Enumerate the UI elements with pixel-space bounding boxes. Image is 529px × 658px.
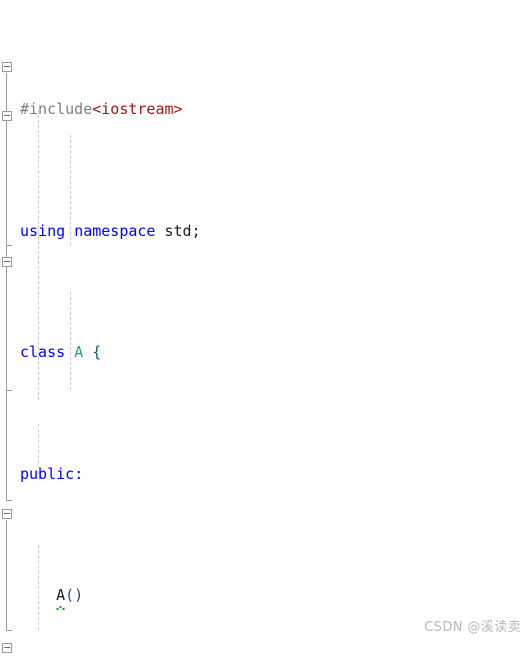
code-line-ctor-signature[interactable]: A() [18, 583, 529, 611]
fold-line-print [6, 268, 7, 390]
code-line-include[interactable]: #include<iostream> [18, 97, 529, 121]
code-line-class-a[interactable]: class A { [18, 340, 529, 364]
fold-marker-print[interactable] [2, 257, 12, 267]
code-line-public[interactable]: public: [18, 462, 529, 486]
fold-marker-main[interactable] [2, 509, 12, 519]
fold-end-class-a [6, 500, 12, 501]
token-kw-namespace: namespace [74, 221, 156, 240]
token-ctor-name-a: A [56, 583, 66, 611]
token-semicolon-using: ; [191, 221, 201, 240]
code-content[interactable]: #include<iostream> using namespace std; … [18, 0, 529, 658]
token-ctor-parens: () [65, 586, 84, 605]
fold-end-constructor-a [6, 245, 12, 246]
token-type-a: A [74, 343, 84, 362]
fold-end-main [6, 630, 12, 631]
csdn-watermark: CSDN @溪读卖 [424, 619, 521, 635]
fold-marker-trailing-comment[interactable] [2, 643, 12, 653]
code-line-using-namespace[interactable]: using namespace std; [18, 219, 529, 243]
fold-end-print [6, 390, 12, 391]
token-include-header: <iostream> [92, 100, 183, 119]
token-brace-open-class: { [92, 343, 102, 362]
token-colon-public: : [74, 464, 84, 483]
token-id-std: std [164, 221, 192, 240]
fold-marker-class-a[interactable] [2, 62, 12, 72]
token-include-directive: #include [20, 100, 93, 119]
token-kw-class: class [20, 343, 66, 362]
fold-line-constructor-a [6, 122, 7, 245]
code-editor[interactable]: #include<iostream> using namespace std; … [0, 0, 529, 658]
fold-marker-constructor-a[interactable] [2, 111, 12, 121]
token-kw-public: public [20, 464, 75, 483]
editor-gutter[interactable] [0, 0, 18, 658]
fold-line-main [6, 520, 7, 630]
token-kw-using: using [20, 221, 66, 240]
